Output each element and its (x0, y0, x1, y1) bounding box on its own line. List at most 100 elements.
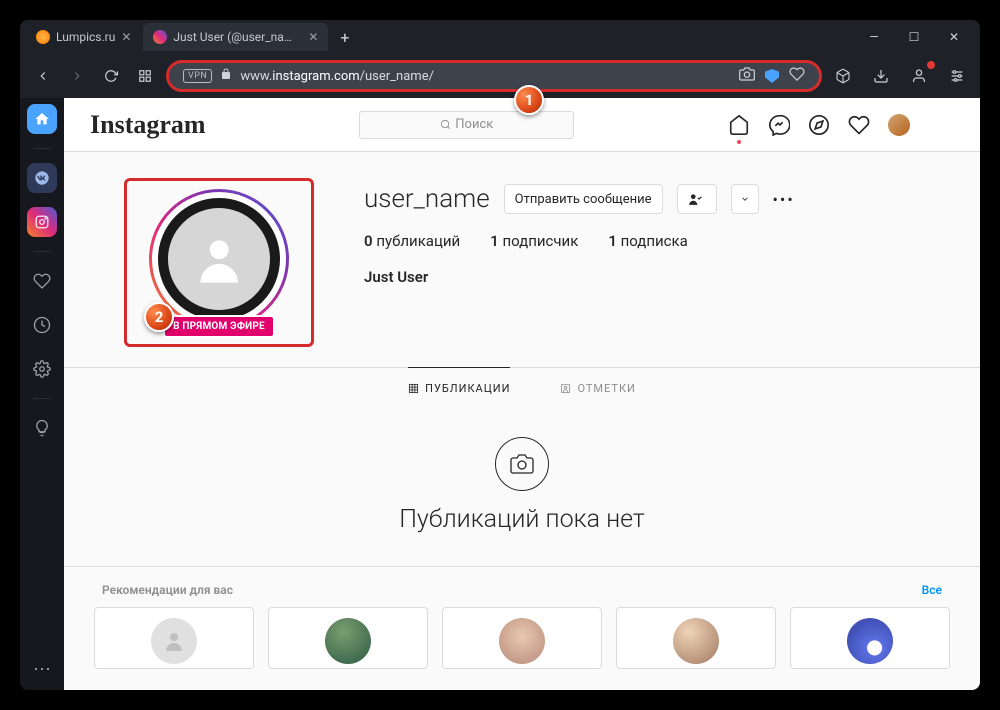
new-tab-button[interactable]: + (330, 28, 359, 47)
tab-favicon-icon (36, 30, 50, 44)
avatar-icon (325, 618, 371, 664)
profile-fullname: Just User (364, 268, 795, 286)
sidebar-separator (33, 398, 51, 399)
tab-title: Lumpics.ru (56, 30, 115, 44)
avatar-icon (151, 618, 197, 664)
instagram-nav (728, 114, 910, 136)
maximize-button[interactable]: ☐ (894, 22, 934, 52)
stat-followers[interactable]: 1 подписчик (490, 232, 578, 250)
tab-posts[interactable]: ПУБЛИКАЦИИ (408, 367, 510, 409)
sidebar-lightbulb-icon[interactable] (27, 413, 57, 443)
tab-favicon-icon (153, 30, 167, 44)
empty-state: Публикаций пока нет (64, 409, 980, 566)
tab-strip: Lumpics.ru ✕ Just User (@user_name) • ✕ … (26, 20, 359, 54)
instagram-logo[interactable]: Instagram (90, 110, 206, 140)
body: ⋯ Instagram Поиск (20, 98, 980, 690)
reco-card[interactable] (442, 607, 602, 669)
avatar-icon (499, 618, 545, 664)
sidebar-separator (33, 251, 51, 252)
reload-button[interactable] (98, 63, 124, 89)
camera-icon (495, 437, 549, 491)
snapshot-icon[interactable] (739, 66, 755, 86)
url-text: www.instagram.com/user_name/ (240, 69, 731, 84)
explore-icon[interactable] (808, 114, 830, 136)
sidebar-more-icon[interactable]: ⋯ (33, 659, 51, 680)
search-placeholder: Поиск (455, 117, 493, 132)
back-button[interactable] (30, 63, 56, 89)
annotation-marker-1: 1 (514, 85, 544, 115)
tab-instagram[interactable]: Just User (@user_name) • ✕ (143, 23, 328, 51)
reco-title: Рекомендации для вас (102, 583, 233, 597)
stat-posts: 0 публикаций (364, 232, 460, 250)
profile-info: user_name Отправить сообщение ••• 0 публ… (364, 178, 795, 347)
reco-card[interactable] (268, 607, 428, 669)
close-button[interactable]: ✕ (934, 22, 974, 52)
sidebar-history-icon[interactable] (27, 310, 57, 340)
reco-card[interactable] (790, 607, 950, 669)
titlebar: Lumpics.ru ✕ Just User (@user_name) • ✕ … (20, 20, 980, 54)
sidebar-vk-icon[interactable] (27, 163, 57, 193)
more-options-button[interactable]: ••• (773, 190, 795, 209)
toolbar-right (830, 63, 970, 89)
sidebar-instagram-icon[interactable] (27, 207, 57, 237)
person-check-icon (688, 192, 702, 206)
cube-icon[interactable] (830, 63, 856, 89)
tagged-icon (560, 383, 571, 394)
stat-following[interactable]: 1 подписка (608, 232, 687, 250)
recommendations: Рекомендации для вас Все (64, 566, 980, 669)
vpn-badge[interactable]: VPN (183, 69, 212, 83)
tab-lumpics[interactable]: Lumpics.ru ✕ (26, 23, 141, 51)
person-icon (191, 231, 247, 287)
message-button[interactable]: Отправить сообщение (504, 184, 663, 214)
heart-icon[interactable] (789, 66, 805, 86)
annotation-marker-2: 2 (144, 302, 174, 332)
opera-sidebar: ⋯ (20, 98, 64, 690)
browser-window: Lumpics.ru ✕ Just User (@user_name) • ✕ … (20, 20, 980, 690)
profile-section: В ПРЯМОМ ЭФИРЕ user_name Отправить сообщ… (64, 152, 980, 367)
reco-all-link[interactable]: Все (922, 583, 942, 597)
sidebar-home-icon[interactable] (27, 104, 57, 134)
grid-icon (408, 383, 419, 394)
tab-title: Just User (@user_name) • (173, 30, 302, 44)
sidebar-heart-icon[interactable] (27, 266, 57, 296)
window-controls: — ☐ ✕ (854, 22, 974, 52)
lock-icon (220, 68, 232, 84)
messenger-icon[interactable] (768, 114, 790, 136)
search-input[interactable]: Поиск (359, 111, 574, 139)
download-icon[interactable] (868, 63, 894, 89)
profile-stats: 0 публикаций 1 подписчик 1 подписка (364, 232, 795, 250)
reco-card[interactable] (94, 607, 254, 669)
sidebar-separator (33, 148, 51, 149)
activity-icon[interactable] (848, 114, 870, 136)
username: user_name (364, 184, 490, 214)
close-icon[interactable]: ✕ (308, 30, 318, 44)
profile-tabs: ПУБЛИКАЦИИ ОТМЕТКИ (64, 367, 980, 409)
reco-card[interactable] (616, 607, 776, 669)
avatar-icon (673, 618, 719, 664)
address-actions (739, 66, 805, 86)
profile-row: user_name Отправить сообщение ••• (364, 184, 795, 214)
user-icon[interactable] (906, 63, 932, 89)
address-bar[interactable]: VPN www.instagram.com/user_name/ (166, 60, 822, 92)
reco-cards (94, 607, 950, 669)
reco-header: Рекомендации для вас Все (94, 571, 950, 607)
suggestions-button[interactable] (731, 184, 759, 214)
home-icon[interactable] (728, 114, 750, 136)
shield-icon[interactable] (765, 69, 779, 83)
close-icon[interactable]: ✕ (121, 30, 131, 44)
search-icon (440, 119, 451, 130)
live-badge: В ПРЯМОМ ЭФИРЕ (163, 315, 275, 338)
forward-button[interactable] (64, 63, 90, 89)
minimize-button[interactable]: — (854, 22, 894, 52)
page-content: Instagram Поиск (64, 98, 980, 690)
following-button[interactable] (677, 184, 717, 214)
chevron-down-icon (740, 194, 750, 204)
empty-text: Публикаций пока нет (399, 505, 645, 534)
tab-tagged[interactable]: ОТМЕТКИ (560, 367, 635, 409)
toolbar: VPN www.instagram.com/user_name/ (20, 54, 980, 98)
speed-dial-button[interactable] (132, 63, 158, 89)
easy-setup-icon[interactable] (944, 63, 970, 89)
profile-avatar-icon[interactable] (888, 114, 910, 136)
avatar-icon (847, 618, 893, 664)
sidebar-settings-icon[interactable] (27, 354, 57, 384)
